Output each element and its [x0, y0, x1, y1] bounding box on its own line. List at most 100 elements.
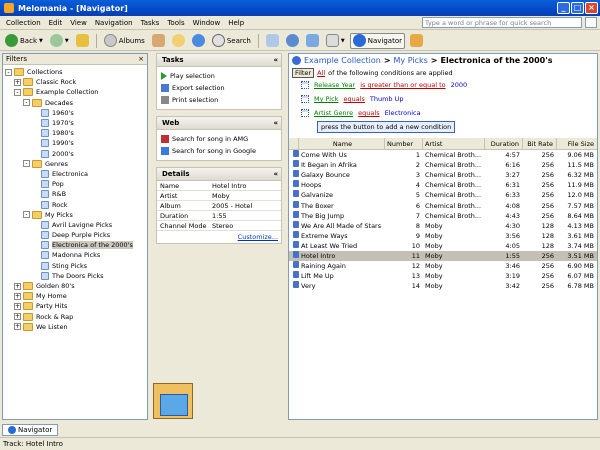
column-header-duration[interactable]: Duration [485, 137, 523, 150]
table-row[interactable]: At Least We Tried 10 Moby 4:05 128 3.74 MB [289, 240, 597, 251]
detail-value[interactable]: Stereo [209, 221, 281, 231]
expand-icon[interactable]: + [14, 313, 21, 321]
back-button[interactable]: Back ▼ [3, 33, 45, 49]
find-button[interactable] [284, 33, 301, 49]
menu-view[interactable]: View [66, 19, 91, 27]
tree-item[interactable]: R&B [5, 189, 147, 199]
web-header[interactable]: Web « [157, 117, 281, 130]
print-selection-task[interactable]: Print selection [161, 94, 277, 106]
tree-item[interactable]: + Rock & Rap [5, 312, 147, 322]
table-row[interactable]: Galaxy Bounce 3 Chemical Broth... 3:27 256 6.… [289, 170, 597, 180]
tree-item[interactable]: - Collections [5, 67, 147, 77]
edit-button[interactable] [264, 33, 281, 49]
collapse-chevron-icon[interactable]: « [273, 168, 278, 181]
genres-button[interactable] [170, 33, 187, 49]
tree-item[interactable]: Sting Picks [5, 261, 147, 271]
tree-item[interactable]: + Classic Rock [5, 77, 147, 87]
maximize-button[interactable]: □ [571, 2, 584, 14]
tree-item[interactable]: + Golden 80's [5, 281, 147, 291]
condition-menu-icon[interactable]: ··· [301, 95, 309, 103]
table-row[interactable]: Hoops 4 Chemical Broth... 6:31 256 11.9 MB [289, 180, 597, 190]
column-header-artist[interactable]: Artist [423, 137, 485, 150]
close-filters-icon[interactable]: × [138, 54, 144, 64]
column-header-icon[interactable] [289, 137, 299, 150]
web-button[interactable] [190, 33, 207, 49]
menu-edit[interactable]: Edit [45, 19, 67, 27]
expand-icon[interactable]: + [14, 292, 21, 300]
tree-item[interactable]: + Party Hits [5, 301, 147, 311]
quick-search-input[interactable]: Type a word or phrase for quick search [422, 17, 582, 28]
details-header[interactable]: Details « [157, 168, 281, 181]
tree-item[interactable]: Avril Lavigne Picks [5, 220, 147, 230]
filter-button[interactable]: Filter [292, 67, 315, 78]
collapse-icon[interactable]: - [5, 68, 12, 76]
tree-item[interactable]: + We Listen [5, 322, 147, 332]
quick-search-button[interactable] [585, 17, 597, 28]
screen-button[interactable] [304, 33, 321, 49]
tree-item[interactable]: Pop [5, 179, 147, 189]
artists-button[interactable] [150, 33, 167, 49]
play-selection-task[interactable]: Play selection [161, 70, 277, 82]
tree-item[interactable]: 2000's [5, 149, 147, 159]
table-row[interactable]: Extreme Ways 9 Moby 3:56 128 3.61 MB [289, 230, 597, 241]
table-row[interactable]: Galvanize 5 Chemical Broth... 6:33 256 12.0 M… [289, 190, 597, 200]
tree-item[interactable]: Madonna Picks [5, 250, 147, 260]
table-row[interactable]: Come With Us 1 Chemical Broth... 4:57 256 9.0… [289, 150, 597, 160]
tree-item[interactable]: 1990's [5, 138, 147, 148]
expand-icon[interactable]: + [14, 323, 21, 331]
column-header-number[interactable]: Number [385, 137, 423, 150]
detail-value[interactable]: Hotel Intro [209, 181, 281, 191]
column-header-name[interactable]: Name [299, 137, 385, 150]
table-row[interactable]: Lift Me Up 13 Moby 3:19 256 6.07 MB [289, 271, 597, 281]
table-row[interactable]: Raining Again 12 Moby 3:46 256 6.90 MB [289, 261, 597, 271]
collapse-chevron-icon[interactable]: « [273, 117, 278, 130]
minimize-button[interactable]: _ [557, 2, 570, 14]
menu-tools[interactable]: Tools [163, 19, 188, 27]
menu-help[interactable]: Help [224, 19, 248, 27]
table-row[interactable]: We Are All Made of Stars 8 Moby 4:30 128 4.13… [289, 220, 597, 231]
collapse-icon[interactable]: - [23, 99, 30, 107]
menu-collection[interactable]: Collection [2, 19, 45, 27]
table-row[interactable]: Hotel Intro 11 Moby 1:55 256 3.51 MB [289, 250, 597, 262]
table-row[interactable]: Very 14 Moby 3:42 256 6.78 MB [289, 281, 597, 291]
expand-icon[interactable]: + [14, 282, 21, 290]
table-row[interactable]: It Began in Afrika 2 Chemical Broth... 6:16… [289, 160, 597, 170]
tree-item[interactable]: - Example Collection [5, 87, 147, 97]
tree-item[interactable]: 1970's [5, 118, 147, 128]
detail-value[interactable]: 1:55 [209, 211, 281, 221]
condition-value[interactable]: Thumb Up [370, 95, 404, 103]
column-header-bit-rate[interactable]: Bit Rate [523, 137, 557, 150]
condition-menu-icon[interactable]: ··· [301, 109, 309, 117]
add-condition-button[interactable]: press the button to add a new condition [317, 121, 456, 133]
tree-item[interactable]: Deep Purple Picks [5, 230, 147, 240]
forward-button[interactable]: ▼ [48, 33, 71, 49]
match-mode-link[interactable]: All [317, 69, 325, 77]
collapse-chevron-icon[interactable]: « [273, 54, 278, 67]
collection-button[interactable] [408, 33, 425, 49]
table-row[interactable]: The Boxer 6 Chemical Broth... 4:08 256 7.57 M… [289, 200, 597, 210]
tree-item[interactable]: 1980's [5, 128, 147, 138]
condition-field[interactable]: My Pick [314, 95, 338, 103]
collapse-icon[interactable]: - [14, 88, 21, 96]
breadcrumb-example-collection[interactable]: Example Collection [304, 54, 381, 67]
condition-operator[interactable]: is greater than or equal to [360, 81, 445, 89]
expand-icon[interactable]: + [14, 78, 21, 86]
search-amg-task[interactable]: Search for song in AMG [161, 133, 277, 145]
collapse-icon[interactable]: - [23, 160, 30, 168]
condition-menu-icon[interactable]: ··· [301, 81, 309, 89]
menu-window[interactable]: Window [189, 19, 225, 27]
condition-value[interactable]: 2000 [451, 81, 468, 89]
collapse-icon[interactable]: - [23, 211, 30, 219]
customize-link[interactable]: Customize... [157, 231, 281, 243]
export-selection-task[interactable]: Export selection [161, 82, 277, 94]
tasks-header[interactable]: Tasks « [157, 54, 281, 67]
tree-item[interactable]: - My Picks [5, 210, 147, 220]
condition-field[interactable]: Artist Genre [314, 109, 353, 117]
album-cover-image[interactable] [153, 383, 193, 419]
condition-field[interactable]: Release Year [314, 81, 355, 89]
search-google-task[interactable]: Search for song in Google [161, 145, 277, 157]
tree-item[interactable]: Electronica of the 2000's [5, 240, 147, 250]
tree-item[interactable]: The Doors Picks [5, 271, 147, 281]
up-button[interactable] [74, 33, 91, 49]
search-button[interactable]: Search [210, 33, 253, 49]
